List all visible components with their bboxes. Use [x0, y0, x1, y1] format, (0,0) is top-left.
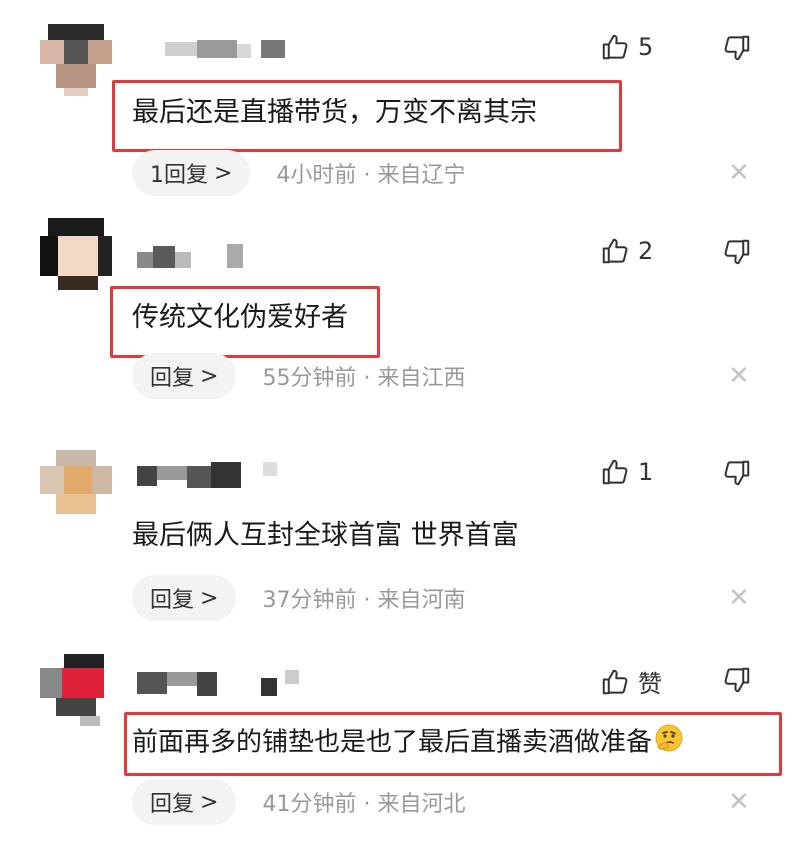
reply-button[interactable]: 回复 >: [132, 353, 237, 399]
timestamp: 4小时前 · 来自辽宁: [276, 163, 466, 188]
close-icon[interactable]: ✕: [728, 158, 750, 188]
reply-label: 1回复: [150, 163, 208, 188]
avatar[interactable]: [40, 24, 112, 96]
like-count: 2: [638, 237, 654, 265]
like-group: 1: [600, 457, 653, 487]
like-count: 1: [638, 458, 654, 486]
thumbs-down-icon[interactable]: [722, 33, 752, 63]
thumbs-down-icon[interactable]: [722, 237, 752, 267]
avatar[interactable]: [40, 218, 112, 290]
thumbs-up-icon[interactable]: [600, 667, 630, 697]
meta-row: 1回复 > 4小时前 · 来自辽宁: [132, 150, 465, 196]
thumbs-up-icon[interactable]: [600, 457, 630, 487]
comment-text: 前面再多的铺垫也是也了最后直播卖酒做准备: [132, 727, 653, 758]
meta-row: 回复 > 37分钟前 · 来自河南: [132, 575, 465, 621]
like-label: 赞: [638, 670, 662, 698]
like-count: 5: [638, 33, 654, 61]
thinking-face-emoji: [654, 723, 684, 763]
comment-text: 最后俩人互封全球首富 世界首富: [132, 520, 519, 551]
reply-label: 回复: [150, 792, 195, 817]
meta-row: 回复 > 41分钟前 · 来自河北: [132, 779, 465, 825]
reply-label: 回复: [150, 366, 195, 391]
close-icon[interactable]: ✕: [728, 787, 750, 817]
username-blurred[interactable]: [165, 36, 285, 62]
chevron-right-icon: >: [200, 363, 219, 389]
comment-text: 传统文化伪爱好者: [132, 302, 348, 333]
comment-text: 最后还是直播带货，万变不离其宗: [132, 97, 537, 128]
like-group: 赞: [600, 664, 662, 699]
like-group: 2: [600, 236, 653, 266]
username-blurred[interactable]: [137, 670, 307, 696]
close-icon[interactable]: ✕: [728, 361, 750, 391]
thumbs-up-icon[interactable]: [600, 236, 630, 266]
chevron-right-icon: >: [200, 585, 219, 611]
thumbs-up-icon[interactable]: [600, 32, 630, 62]
timestamp: 55分钟前 · 来自江西: [262, 366, 466, 391]
meta-row: 回复 > 55分钟前 · 来自江西: [132, 353, 465, 399]
chevron-right-icon: >: [200, 789, 219, 815]
timestamp: 41分钟前 · 来自河北: [262, 792, 466, 817]
username-blurred[interactable]: [137, 462, 277, 488]
username-blurred[interactable]: [137, 244, 247, 270]
comment-text-row: 前面再多的铺垫也是也了最后直播卖酒做准备: [132, 723, 684, 763]
avatar[interactable]: [40, 654, 112, 726]
thumbs-down-icon[interactable]: [722, 665, 752, 695]
reply-button[interactable]: 回复 >: [132, 575, 237, 621]
reply-button[interactable]: 1回复 >: [132, 150, 251, 196]
reply-button[interactable]: 回复 >: [132, 779, 237, 825]
like-group: 5: [600, 32, 653, 62]
reply-label: 回复: [150, 588, 195, 613]
timestamp: 37分钟前 · 来自河南: [262, 588, 466, 613]
close-icon[interactable]: ✕: [728, 583, 750, 613]
chevron-right-icon: >: [214, 160, 233, 186]
thumbs-down-icon[interactable]: [722, 458, 752, 488]
avatar[interactable]: [40, 450, 112, 522]
